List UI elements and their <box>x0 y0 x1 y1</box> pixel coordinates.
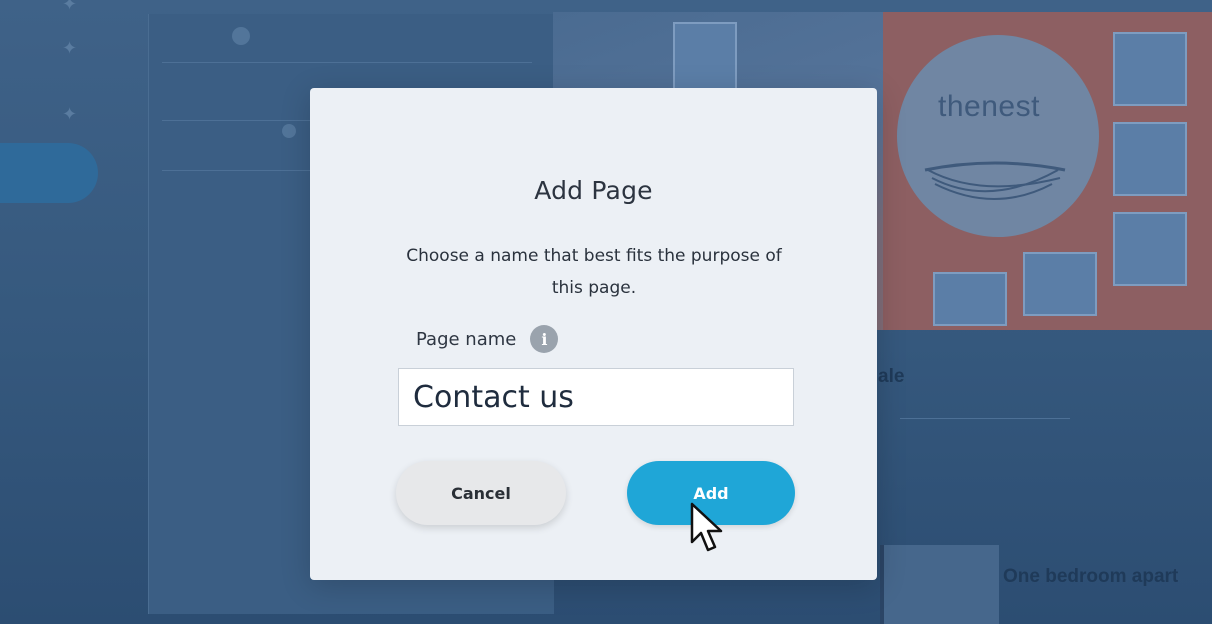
nest-logo-icon <box>924 161 1066 200</box>
section-heading: ale <box>878 366 905 387</box>
divider <box>162 62 532 63</box>
logo-text: thenest <box>938 90 1040 123</box>
listing-image <box>880 545 999 624</box>
listing-title: One bedroom apart <box>1003 566 1179 587</box>
dialog-title: Add Page <box>534 176 653 205</box>
mouse-pointer-icon <box>690 502 723 552</box>
sparkle-icon: ✦ <box>62 38 78 59</box>
sidebar-active-item <box>0 143 98 203</box>
info-icon <box>232 27 250 45</box>
add-page-dialog: Add Page Choose a name that best fits th… <box>310 88 877 580</box>
dialog-description: Choose a name that best fits the purpose… <box>406 246 782 298</box>
page-name-label-row: Page name i <box>416 325 559 353</box>
page-name-label: Page name <box>416 328 517 350</box>
page-name-input[interactable] <box>398 368 794 426</box>
info-icon <box>282 124 296 138</box>
sparkle-icon: ✦ <box>62 0 78 15</box>
app-screen: ✦ ✦ ✦ thenest ale One bedroom apart Add … <box>0 0 1212 624</box>
cancel-button[interactable]: Cancel <box>396 461 566 525</box>
divider <box>900 418 1070 419</box>
sparkle-icon: ✦ <box>62 104 78 125</box>
info-icon[interactable]: i <box>530 325 559 353</box>
